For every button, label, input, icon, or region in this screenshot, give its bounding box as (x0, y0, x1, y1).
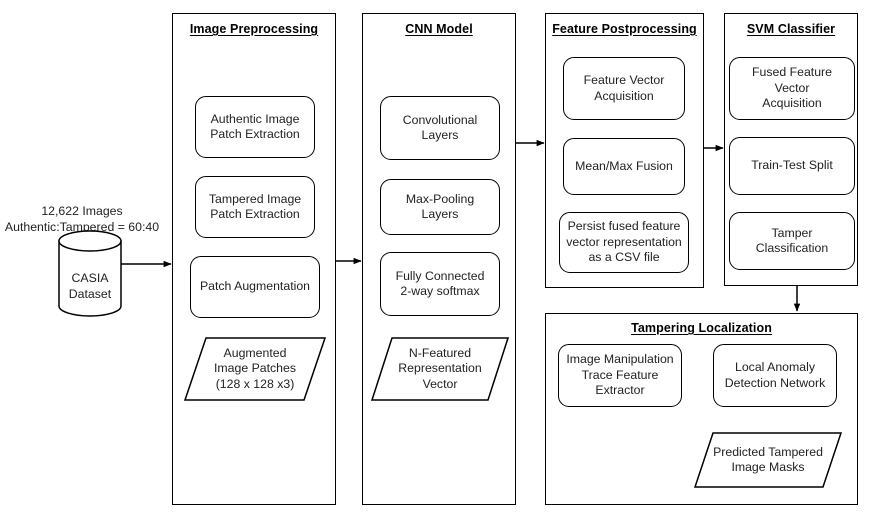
node-line1: Image Manipulation (566, 352, 674, 367)
node-line2: 2-way softmax (400, 284, 480, 298)
node-line1: Tampered Image (208, 191, 302, 206)
node-feature-vector-acquisition[interactable]: Feature Vector Acquisition (563, 57, 685, 120)
dataset-caption-line1: 12,622 Images (41, 204, 123, 218)
node-line2: Patch Extraction (210, 127, 300, 141)
node-line1: Tamper Classification (755, 225, 829, 256)
node-line1: Mean/Max Fusion (575, 158, 673, 173)
node-line1: Train-Test Split (751, 158, 833, 173)
flowchart-canvas: 12,622 Images Authentic:Tampered = 60:40… (0, 0, 871, 521)
node-patch-augmentation[interactable]: Patch Augmentation (190, 256, 320, 318)
node-mean-max-fusion[interactable]: Mean/Max Fusion (563, 138, 685, 195)
casia-dataset-node[interactable]: CASIA Dataset (58, 230, 122, 317)
group-title-svm-classifier: SVM Classifier (746, 22, 836, 36)
node-fused-feature-vector-acquisition[interactable]: Fused Feature Vector Acquisition (729, 57, 855, 120)
node-tamper-classification[interactable]: Tamper Classification (729, 212, 855, 270)
group-title-tampering-localization: Tampering Localization (631, 321, 772, 335)
node-line2: Trace Feature (581, 367, 659, 382)
node-line1: Fused Feature Vector (752, 65, 832, 95)
group-title-image-preprocessing: Image Preprocessing (189, 22, 319, 36)
node-train-test-split[interactable]: Train-Test Split (729, 137, 855, 195)
node-line1: Authentic Image (210, 111, 300, 126)
node-fully-connected-softmax[interactable]: Fully Connected 2-way softmax (380, 252, 500, 316)
node-local-anomaly-detection-network[interactable]: Local Anomaly Detection Network (713, 344, 837, 407)
node-image-manipulation-trace-feature-extractor[interactable]: Image Manipulation Trace Feature Extract… (558, 344, 682, 407)
node-line1: Max-Pooling Layers (405, 191, 475, 222)
group-title-cnn-model: CNN Model (405, 22, 473, 36)
node-augmented-image-patches[interactable]: Augmented Image Patches (128 x 128 x3) (183, 337, 327, 401)
node-line2: Acquisition (762, 96, 822, 111)
node-line1: Feature Vector (583, 73, 665, 87)
node-line1: Persist fused feature (567, 219, 681, 234)
node-convolutional-layers[interactable]: Convolutional Layers (380, 96, 500, 160)
node-authentic-patch-extraction[interactable]: Authentic Image Patch Extraction (195, 96, 315, 158)
node-tampered-patch-extraction[interactable]: Tampered Image Patch Extraction (195, 176, 315, 238)
node-line2: Acquisition (594, 88, 654, 103)
node-line1: Convolutional Layers (402, 112, 478, 143)
node-n-featured-representation-vector[interactable]: N-Featured Representation Vector (370, 337, 510, 401)
node-persist-fused-feature-vector[interactable]: Persist fused feature vector representat… (559, 212, 689, 273)
node-line3: Extractor (595, 383, 645, 398)
node-predicted-tampered-image-masks[interactable]: Predicted Tampered Image Masks (693, 432, 843, 488)
node-max-pooling-layers[interactable]: Max-Pooling Layers (380, 179, 500, 235)
node-line3: as a CSV file (588, 250, 660, 265)
node-line1: Local Anomaly (735, 360, 815, 374)
node-line1: Patch Augmentation (199, 279, 311, 294)
node-line2: vector representation (566, 234, 682, 249)
node-line2: Patch Extraction (210, 207, 300, 221)
group-title-feature-postprocessing: Feature Postprocessing (552, 22, 697, 36)
node-line1: Fully Connected (395, 268, 485, 283)
node-line2: Detection Network (724, 375, 826, 390)
